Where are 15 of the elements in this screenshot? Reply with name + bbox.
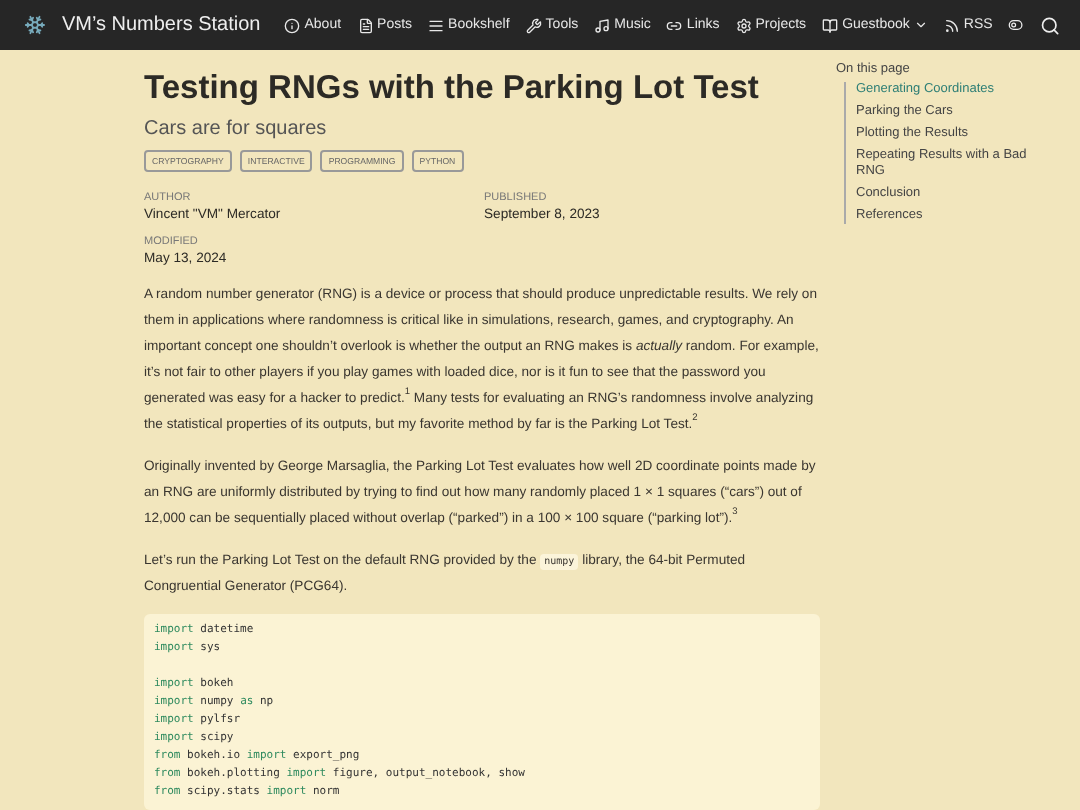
- article-title: Testing RNGs with the Parking Lot Test: [144, 70, 761, 108]
- snowflake-logo-icon: [24, 12, 46, 38]
- toggle-icon[interactable]: [1008, 16, 1024, 34]
- site-title[interactable]: VM’s Numbers Station: [61, 14, 261, 36]
- rss-icon: [943, 17, 960, 33]
- music-icon: [594, 17, 611, 33]
- gear-icon: [735, 17, 752, 33]
- list-icon: [428, 17, 445, 33]
- article-subtitle: Cars are for squares: [144, 118, 329, 140]
- book-icon: [822, 17, 839, 33]
- search-icon[interactable]: [1039, 13, 1060, 37]
- document-icon: [357, 17, 374, 33]
- info-icon: [284, 17, 301, 33]
- link-icon: [666, 17, 683, 33]
- wrench-icon: [525, 17, 542, 33]
